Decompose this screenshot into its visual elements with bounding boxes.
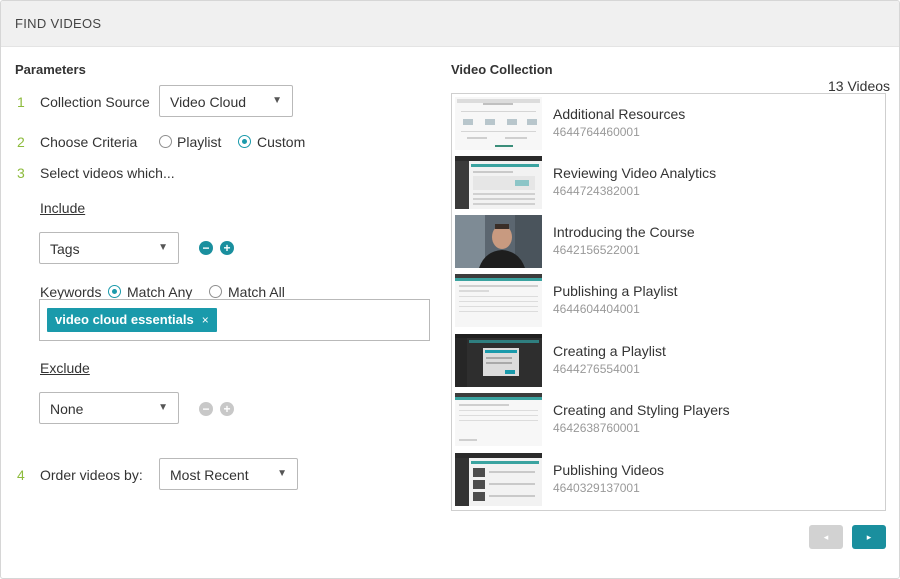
- list-item[interactable]: Reviewing Video Analytics 4644724382001: [452, 153, 885, 211]
- exclude-field-select[interactable]: None ▼: [39, 392, 179, 424]
- dialog-title: FIND VIDEOS: [15, 16, 102, 31]
- custom-radio-label[interactable]: Custom: [257, 134, 305, 150]
- video-id: 4640329137001: [553, 481, 640, 495]
- video-thumbnail: [455, 453, 542, 506]
- parameters-heading: Parameters: [15, 62, 86, 77]
- video-name: Creating and Styling Players: [553, 402, 730, 418]
- match-all-label[interactable]: Match All: [228, 284, 285, 300]
- collection-source-select[interactable]: Video Cloud ▼: [159, 85, 293, 117]
- video-name: Publishing Videos: [553, 462, 665, 478]
- video-id: 4642638760001: [553, 421, 640, 435]
- video-id: 4644604404001: [553, 302, 640, 316]
- step-number-4: 4: [17, 467, 25, 483]
- list-item[interactable]: Creating a Playlist 4644276554001: [452, 331, 885, 389]
- playlist-radio[interactable]: [159, 135, 172, 148]
- video-thumbnail: [455, 393, 542, 446]
- previous-page-button[interactable]: ◂: [809, 525, 843, 549]
- chevron-left-icon: ◂: [823, 532, 829, 542]
- list-item[interactable]: Additional Resources 4644764460001: [452, 94, 885, 152]
- custom-radio[interactable]: [238, 135, 251, 148]
- collection-source-label: Collection Source: [40, 94, 150, 110]
- step-number-2: 2: [17, 134, 25, 150]
- chevron-down-icon: ▼: [158, 402, 168, 413]
- match-any-label[interactable]: Match Any: [127, 284, 192, 300]
- exclude-field-value: None: [50, 401, 84, 417]
- video-collection-heading: Video Collection: [451, 62, 553, 77]
- find-videos-dialog: FIND VIDEOS Parameters 1 Collection Sour…: [0, 0, 900, 579]
- order-by-select[interactable]: Most Recent ▼: [159, 458, 298, 490]
- video-id: 4642156522001: [553, 243, 640, 257]
- list-item[interactable]: Creating and Styling Players 46426387600…: [452, 390, 885, 448]
- match-all-radio[interactable]: [209, 285, 222, 298]
- include-field-value: Tags: [50, 241, 80, 257]
- remove-include-icon[interactable]: −: [199, 241, 213, 255]
- include-heading: Include: [40, 200, 86, 216]
- next-page-button[interactable]: ▸: [852, 525, 886, 549]
- list-item[interactable]: Publishing Videos 4640329137001: [452, 450, 885, 508]
- dialog-header: FIND VIDEOS: [1, 1, 899, 47]
- match-any-radio[interactable]: [108, 285, 121, 298]
- video-name: Creating a Playlist: [553, 343, 666, 359]
- remove-exclude-icon[interactable]: −: [199, 402, 213, 416]
- chevron-right-icon: ▸: [866, 532, 872, 542]
- order-by-value: Most Recent: [170, 467, 249, 483]
- video-name: Publishing a Playlist: [553, 283, 678, 299]
- add-include-icon[interactable]: +: [220, 241, 234, 255]
- step-number-3: 3: [17, 165, 25, 181]
- list-item[interactable]: Introducing the Course 4642156522001: [452, 212, 885, 270]
- keywords-label: Keywords: [40, 284, 102, 300]
- step-number-1: 1: [17, 94, 25, 110]
- order-by-label: Order videos by:: [40, 467, 143, 483]
- video-thumbnail: [455, 215, 542, 268]
- video-list: Additional Resources 4644764460001 Revie…: [451, 93, 886, 511]
- list-item[interactable]: Publishing a Playlist 4644604404001: [452, 271, 885, 329]
- video-id: 4644724382001: [553, 184, 640, 198]
- include-field-select[interactable]: Tags ▼: [39, 232, 179, 264]
- keyword-tag-text: video cloud essentials: [55, 312, 194, 327]
- select-videos-label: Select videos which...: [40, 165, 175, 181]
- chevron-down-icon: ▼: [158, 242, 168, 253]
- chevron-down-icon: ▼: [277, 468, 287, 479]
- video-thumbnail: [455, 97, 542, 150]
- collection-source-value: Video Cloud: [170, 94, 247, 110]
- video-id: 4644764460001: [553, 125, 640, 139]
- video-name: Additional Resources: [553, 106, 686, 122]
- add-exclude-icon[interactable]: +: [220, 402, 234, 416]
- remove-tag-icon[interactable]: ×: [202, 313, 209, 327]
- video-thumbnail: [455, 274, 542, 327]
- exclude-heading: Exclude: [40, 360, 90, 376]
- video-name: Introducing the Course: [553, 224, 695, 240]
- keywords-input[interactable]: video cloud essentials ×: [39, 299, 430, 341]
- video-name: Reviewing Video Analytics: [553, 165, 717, 181]
- video-thumbnail: [455, 334, 542, 387]
- playlist-radio-label[interactable]: Playlist: [177, 134, 221, 150]
- keyword-tag: video cloud essentials ×: [47, 308, 217, 332]
- video-thumbnail: [455, 156, 542, 209]
- choose-criteria-label: Choose Criteria: [40, 134, 138, 150]
- video-id: 4644276554001: [553, 362, 640, 376]
- video-count: 13 Videos: [828, 78, 891, 94]
- chevron-down-icon: ▼: [272, 95, 282, 106]
